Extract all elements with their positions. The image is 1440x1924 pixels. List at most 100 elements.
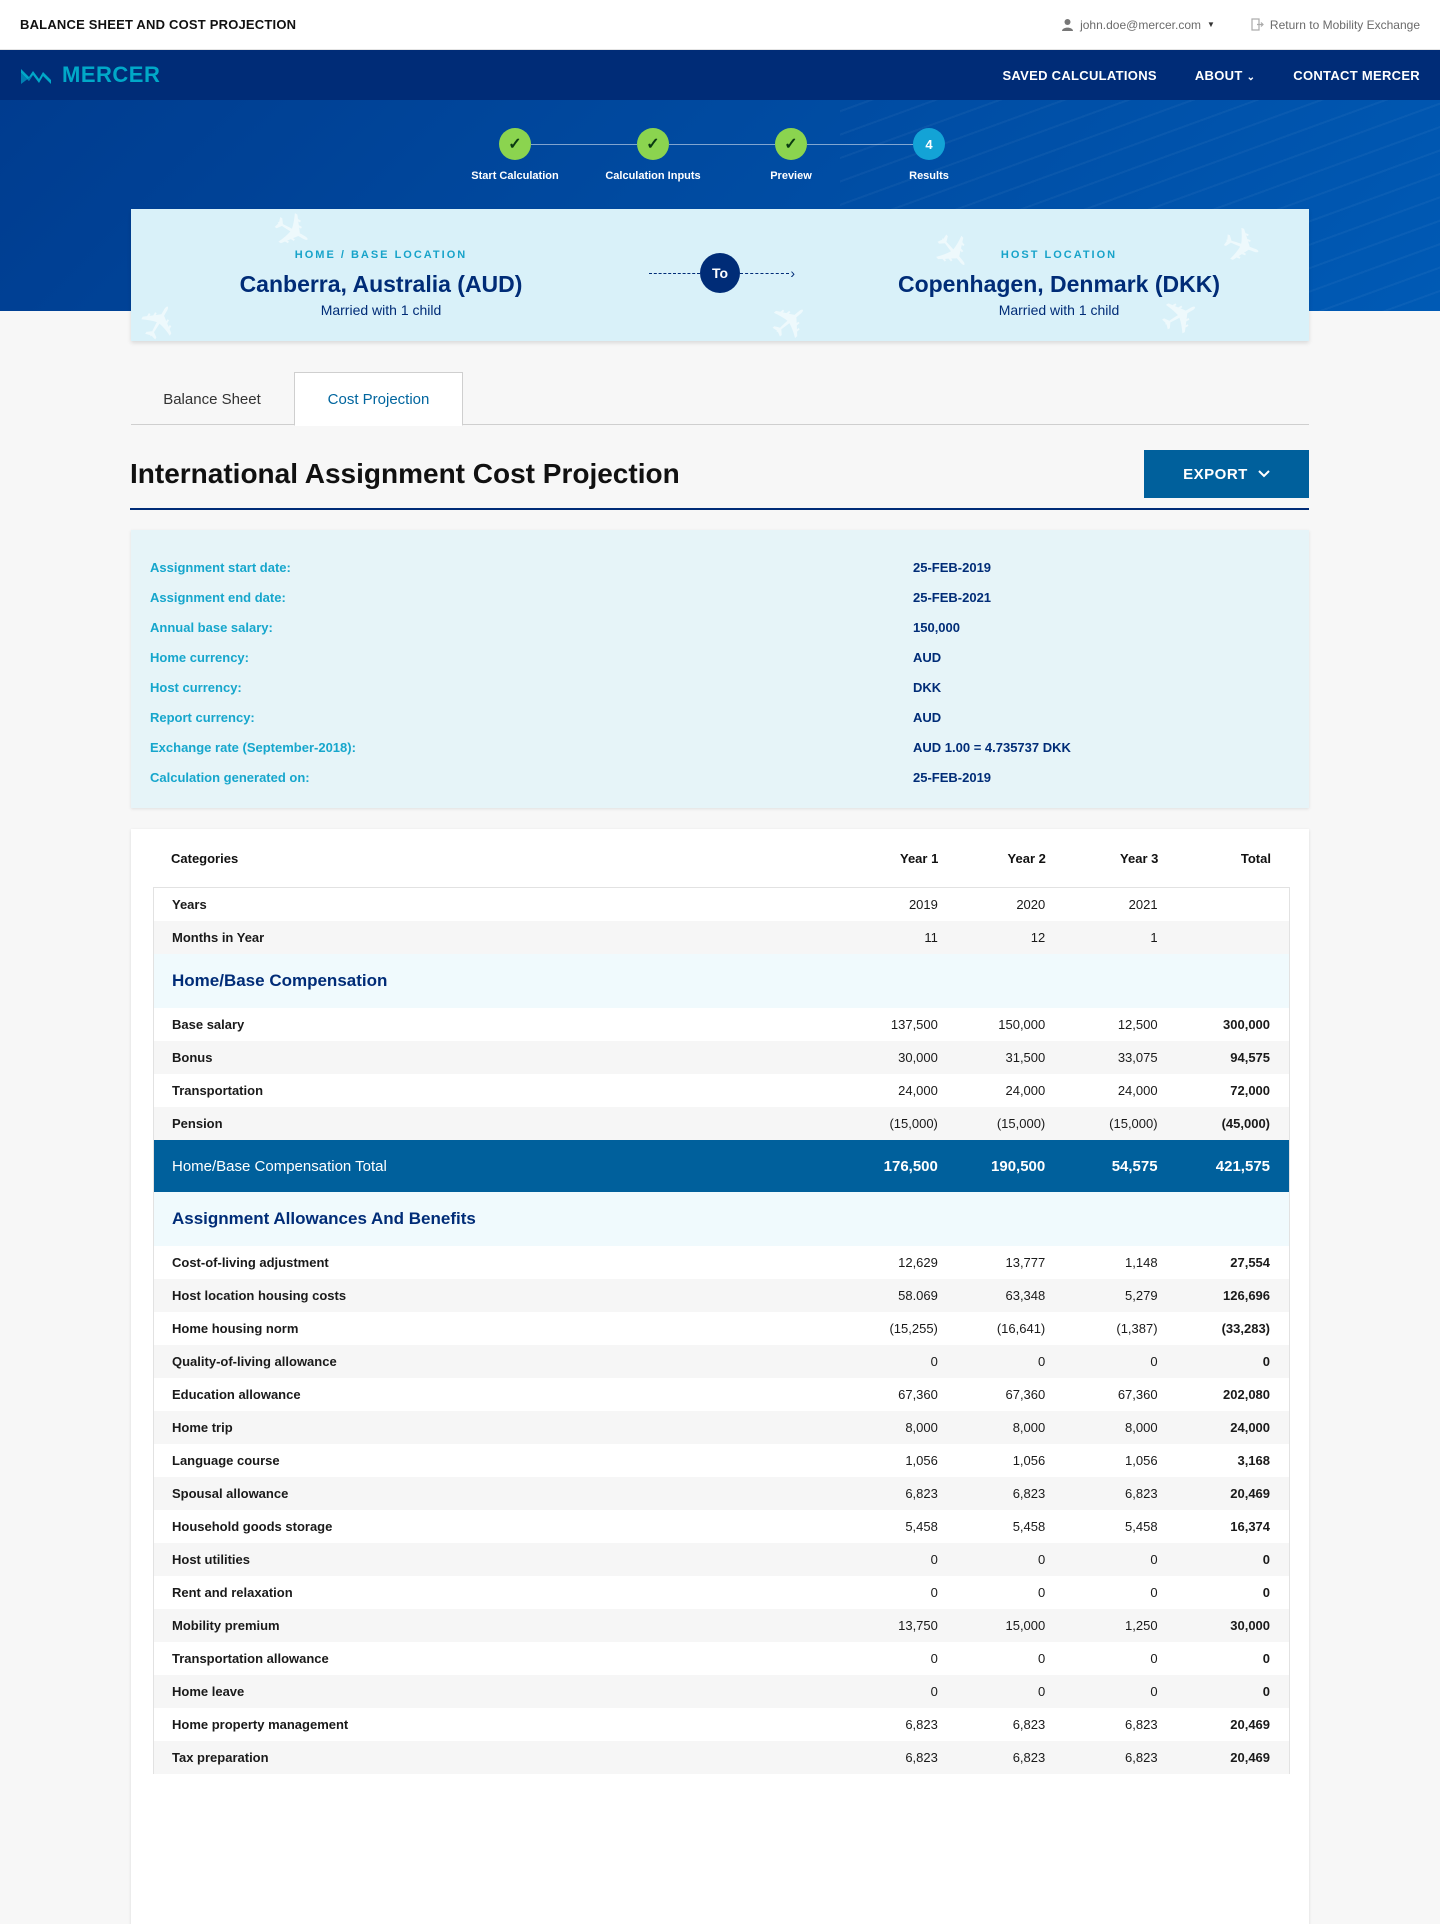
cell-year-3: 54,575 (1111, 1157, 1158, 1175)
cell-category: Home housing norm (172, 1321, 299, 1336)
cell-year-1: 5,458 (905, 1519, 938, 1534)
cell-year-3: 0 (1150, 1354, 1158, 1369)
summary-row: Assignment end date: 25-FEB-2021 (131, 582, 1309, 612)
cell-year-2: 5,458 (1012, 1519, 1046, 1534)
top-bar: BALANCE SHEET AND COST PROJECTION john.d… (0, 0, 1440, 50)
cell-year-3: 5,458 (1125, 1519, 1158, 1534)
table-row: Household goods storage 5,458 5,458 5,458 16… (154, 1510, 1289, 1543)
table-row: Quality-of-living allowance 0 0 0 0 (154, 1345, 1289, 1378)
step-calculation-inputs[interactable]: ✓ Calculation Inputs (593, 128, 713, 182)
step-label: Calculation Inputs (605, 170, 701, 182)
cell-category: Home leave (172, 1684, 245, 1699)
cell-year-2: 13,777 (1005, 1255, 1046, 1270)
cell-year-3: 6,823 (1125, 1486, 1158, 1501)
tab-cost-projection[interactable]: Cost Projection (294, 372, 463, 426)
tab-balance-sheet[interactable]: Balance Sheet (131, 372, 293, 426)
nav-contact-mercer[interactable]: CONTACT MERCER (1293, 68, 1420, 83)
table-row: Transportation 24,000 24,000 24,000 72,000 (154, 1074, 1289, 1107)
step-results: 4 Results (869, 128, 989, 182)
cell-year-2: 0 (1038, 1684, 1046, 1699)
page-title: International Assignment Cost Projection (130, 458, 680, 489)
cell-year-1: 0 (930, 1684, 938, 1699)
table-row: Base salary 137,500 150,000 12,500 300,000 (154, 1008, 1289, 1041)
cell-total: 0 (1262, 1552, 1271, 1567)
cell-year-2: 6,823 (1012, 1717, 1046, 1732)
cell-year-2: (16,641) (996, 1321, 1046, 1336)
export-button[interactable]: EXPORT (1144, 450, 1309, 498)
cell-total: 126,696 (1223, 1288, 1271, 1303)
chevron-down-icon (1258, 470, 1270, 478)
step-label: Results (909, 170, 949, 182)
check-icon: ✓ (775, 128, 807, 160)
cell-year-1: 11 (924, 930, 938, 945)
cell-category: Months in Year (172, 930, 265, 945)
cell-year-3: 8,000 (1125, 1420, 1158, 1435)
user-menu[interactable]: john.doe@mercer.com ▼ (1061, 18, 1215, 32)
cell-year-3: 2021 (1128, 897, 1158, 912)
cell-year-1: 0 (930, 1552, 938, 1567)
step-start-calculation[interactable]: ✓ Start Calculation (455, 128, 575, 182)
cell-year-3: 1,148 (1125, 1255, 1158, 1270)
summary-row: Exchange rate (September-2018): AUD 1.00 … (131, 732, 1309, 762)
cell-total: 300,000 (1223, 1017, 1271, 1032)
nav-about-label: ABOUT (1194, 67, 1243, 83)
arrow-right-icon: › (790, 265, 795, 281)
summary-row: Report currency: AUD (131, 702, 1309, 732)
dashed-line (649, 273, 700, 274)
cell-year-2: 67,360 (1005, 1387, 1046, 1402)
home-kicker: HOME / BASE LOCATION (294, 249, 468, 261)
step-preview[interactable]: ✓ Preview (731, 128, 851, 182)
cell-year-2: 24,000 (1005, 1083, 1046, 1098)
user-email: john.doe@mercer.com (1080, 17, 1201, 32)
mercer-logo[interactable]: MERCER (20, 62, 160, 88)
cell-total: 0 (1262, 1354, 1271, 1369)
cell-total: (45,000) (1221, 1116, 1271, 1131)
cell-year-1: 6,823 (905, 1750, 938, 1765)
table-row: Transportation allowance 0 0 0 0 (154, 1642, 1289, 1675)
cell-year-3: 24,000 (1117, 1083, 1158, 1098)
table-row: Months in Year 11 12 1 (154, 921, 1289, 954)
summary-value: DKK (913, 679, 942, 695)
summary-key: Home currency: (150, 649, 249, 665)
cell-total: 72,000 (1230, 1083, 1271, 1098)
cell-year-2: (15,000) (996, 1116, 1046, 1131)
summary-row: Assignment start date: 25-FEB-2019 (131, 552, 1309, 582)
cell-category: Quality-of-living allowance (172, 1354, 337, 1369)
summary-key: Host currency: (150, 679, 242, 695)
summary-value: 150,000 (913, 619, 960, 635)
nav-saved-calculations[interactable]: SAVED CALCULATIONS (1002, 68, 1156, 83)
summary-key: Annual base salary: (150, 619, 273, 635)
cell-year-3: 67,360 (1117, 1387, 1158, 1402)
cell-total: 16,374 (1230, 1519, 1271, 1534)
cell-year-3: 0 (1150, 1651, 1158, 1666)
cell-category: Host location housing costs (172, 1288, 347, 1303)
cell-year-1: 0 (930, 1585, 938, 1600)
cell-year-1: 67,360 (898, 1387, 938, 1402)
cell-year-2: 1,056 (1012, 1453, 1046, 1468)
cell-total: 20,469 (1230, 1717, 1271, 1732)
cell-category: Home trip (172, 1420, 233, 1435)
cell-total: 27,554 (1230, 1255, 1271, 1270)
table-row: Home trip 8,000 8,000 8,000 24,000 (154, 1411, 1289, 1444)
cell-year-3: 6,823 (1125, 1750, 1158, 1765)
header-year-2: Year 2 (1007, 850, 1046, 866)
summary-value: 25-FEB-2021 (913, 589, 992, 605)
table-section-header: Assignment Allowances And Benefits (154, 1192, 1289, 1246)
return-link[interactable]: Return to Mobility Exchange (1251, 18, 1420, 32)
check-icon: ✓ (637, 128, 669, 160)
cell-year-3: 6,823 (1125, 1717, 1158, 1732)
section-title: Assignment Allowances And Benefits (172, 1209, 476, 1228)
section-title: Home/Base Compensation (172, 971, 388, 990)
step-number: 4 (913, 128, 945, 160)
cell-year-2: 15,000 (1005, 1618, 1046, 1633)
cell-category: Bonus (172, 1050, 213, 1065)
cell-year-2: 31,500 (1005, 1050, 1046, 1065)
cell-category: Household goods storage (172, 1519, 333, 1534)
table-row: Years 2019 2020 2021 (154, 888, 1289, 921)
table-row: Mobility premium 13,750 15,000 1,250 30,000 (154, 1609, 1289, 1642)
cell-year-1: 176,500 (883, 1157, 938, 1175)
cell-year-2: 0 (1038, 1552, 1046, 1567)
nav-about[interactable]: ABOUT ⌄ (1195, 68, 1255, 83)
cell-category: Rent and relaxation (172, 1585, 293, 1600)
host-kicker: HOST LOCATION (1000, 249, 1118, 261)
